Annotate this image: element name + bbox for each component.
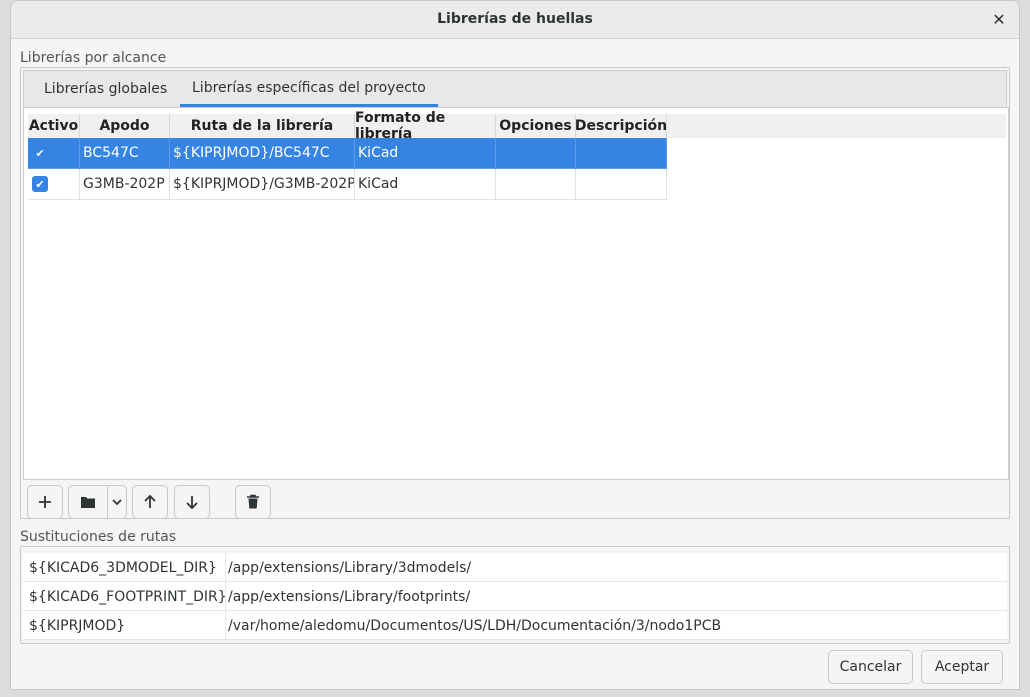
- plus-icon: [39, 496, 51, 508]
- window-title: Librerías de huellas: [437, 11, 593, 27]
- cancel-button[interactable]: Cancelar: [828, 650, 913, 684]
- format-cell[interactable]: KiCad: [355, 169, 496, 200]
- column-header-format[interactable]: Formato de librería: [355, 110, 496, 142]
- substitution-variable[interactable]: ${KICAD6_3DMODEL_DIR}: [29, 553, 221, 582]
- substitution-value[interactable]: /app/extensions/Library/3dmodels/: [225, 553, 471, 582]
- tab-project-libraries[interactable]: Librerías específicas del proyecto: [180, 71, 438, 107]
- tab-global-libraries[interactable]: Librerías globales: [32, 71, 179, 107]
- substitution-row[interactable]: ${KICAD6_3DMODEL_DIR} /app/extensions/Li…: [23, 553, 1007, 582]
- column-header-nickname[interactable]: Apodo: [80, 114, 170, 138]
- options-cell[interactable]: [496, 169, 576, 200]
- substitution-row[interactable]: ${KICAD6_FOOTPRINT_DIR} /app/extensions/…: [23, 582, 1007, 611]
- move-up-button[interactable]: [132, 485, 168, 519]
- active-cell[interactable]: ✔: [28, 138, 80, 169]
- substitution-row[interactable]: ${KIPRJMOD} /var/home/aledomu/Documentos…: [23, 611, 1007, 640]
- move-down-button[interactable]: [174, 485, 210, 519]
- library-table[interactable]: Activo Apodo Ruta de la librería Formato…: [23, 107, 1009, 480]
- scope-tabs: Librerías globales Librerías específicas…: [23, 70, 1007, 107]
- options-cell[interactable]: [496, 138, 576, 169]
- substitutions-group-label: Sustituciones de rutas: [20, 529, 177, 545]
- scope-group-label: Librerías por alcance: [20, 50, 167, 66]
- substitution-variable[interactable]: ${KICAD6_FOOTPRINT_DIR}: [29, 582, 227, 611]
- active-cell[interactable]: ✔: [28, 169, 80, 200]
- path-cell[interactable]: ${KIPRJMOD}/G3MB-202P: [170, 169, 355, 200]
- description-cell[interactable]: [576, 138, 667, 169]
- arrow-up-icon: [144, 494, 156, 508]
- tab-label: Librerías específicas del proyecto: [192, 79, 426, 96]
- close-icon[interactable]: ✕: [987, 7, 1011, 31]
- description-cell[interactable]: [576, 169, 667, 200]
- checkbox-checked-icon[interactable]: ✔: [32, 145, 48, 161]
- checkbox-checked-icon[interactable]: ✔: [32, 176, 48, 192]
- delete-library-button[interactable]: [235, 485, 271, 519]
- nickname-cell[interactable]: G3MB-202P: [80, 169, 170, 200]
- add-library-button[interactable]: [27, 485, 63, 519]
- table-header: Activo Apodo Ruta de la librería Formato…: [28, 110, 1006, 142]
- tab-label: Librerías globales: [44, 81, 168, 97]
- substitution-value[interactable]: /app/extensions/Library/footprints/: [225, 582, 470, 611]
- chevron-down-icon: [112, 499, 122, 506]
- folder-icon: [81, 497, 95, 508]
- substitution-variable[interactable]: ${KIPRJMOD}: [29, 611, 221, 640]
- column-header-description[interactable]: Descripción: [575, 114, 667, 138]
- title-bar: Librerías de huellas ✕: [11, 1, 1019, 39]
- add-existing-library-button[interactable]: [68, 485, 108, 519]
- column-header-options[interactable]: Opciones: [496, 114, 576, 138]
- arrow-down-icon: [186, 496, 198, 510]
- substitution-value[interactable]: /var/home/aledomu/Documentos/US/LDH/Docu…: [225, 611, 721, 640]
- path-cell[interactable]: ${KIPRJMOD}/BC547C: [170, 138, 355, 169]
- format-cell[interactable]: KiCad: [355, 138, 496, 169]
- footprint-libraries-dialog: Librerías de huellas ✕ Librerías por alc…: [10, 0, 1020, 690]
- nickname-cell[interactable]: BC547C: [80, 138, 170, 169]
- ok-button[interactable]: Aceptar: [921, 650, 1003, 684]
- column-header-path[interactable]: Ruta de la librería: [170, 114, 355, 138]
- column-header-active[interactable]: Activo: [28, 114, 80, 138]
- add-library-dropdown-button[interactable]: [107, 485, 127, 519]
- trash-icon: [247, 494, 259, 509]
